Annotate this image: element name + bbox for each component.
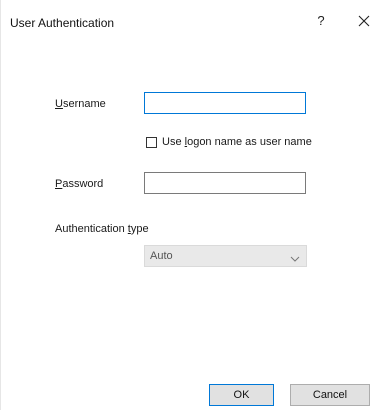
password-input[interactable] <box>144 172 306 194</box>
username-input[interactable] <box>144 92 306 114</box>
password-label-text: assword <box>62 178 104 190</box>
close-icon <box>358 15 370 27</box>
use-logon-name-label: Use logon name as user name <box>162 136 312 148</box>
use-logon-name-option[interactable]: Use logon name as user name <box>146 134 312 150</box>
auth-type-label-pre: Authentication <box>55 223 128 235</box>
dialog-title: User Authentication <box>10 16 115 30</box>
username-label: Username <box>55 98 106 110</box>
auth-type-label-text: ype <box>130 223 149 235</box>
authentication-type-label: Authentication type <box>55 223 149 235</box>
username-label-accelerator: U <box>55 98 63 110</box>
use-logon-label-text: ogon name as user name <box>187 136 312 148</box>
use-logon-label-pre: Use <box>162 136 185 148</box>
use-logon-name-checkbox[interactable] <box>146 136 157 148</box>
password-label: Password <box>55 178 103 190</box>
close-button[interactable] <box>355 12 373 30</box>
username-label-text: sername <box>62 98 106 110</box>
ok-button[interactable]: OK <box>209 384 274 406</box>
authentication-type-value: Auto <box>150 250 173 262</box>
authentication-type-dropdown[interactable]: Auto <box>144 245 307 267</box>
cancel-button[interactable]: Cancel <box>290 384 370 406</box>
title-bar: User Authentication ? <box>1 0 376 30</box>
user-authentication-dialog: User Authentication ? Username Use logon… <box>0 0 376 410</box>
help-button[interactable]: ? <box>313 13 329 29</box>
chevron-down-icon <box>290 253 300 265</box>
